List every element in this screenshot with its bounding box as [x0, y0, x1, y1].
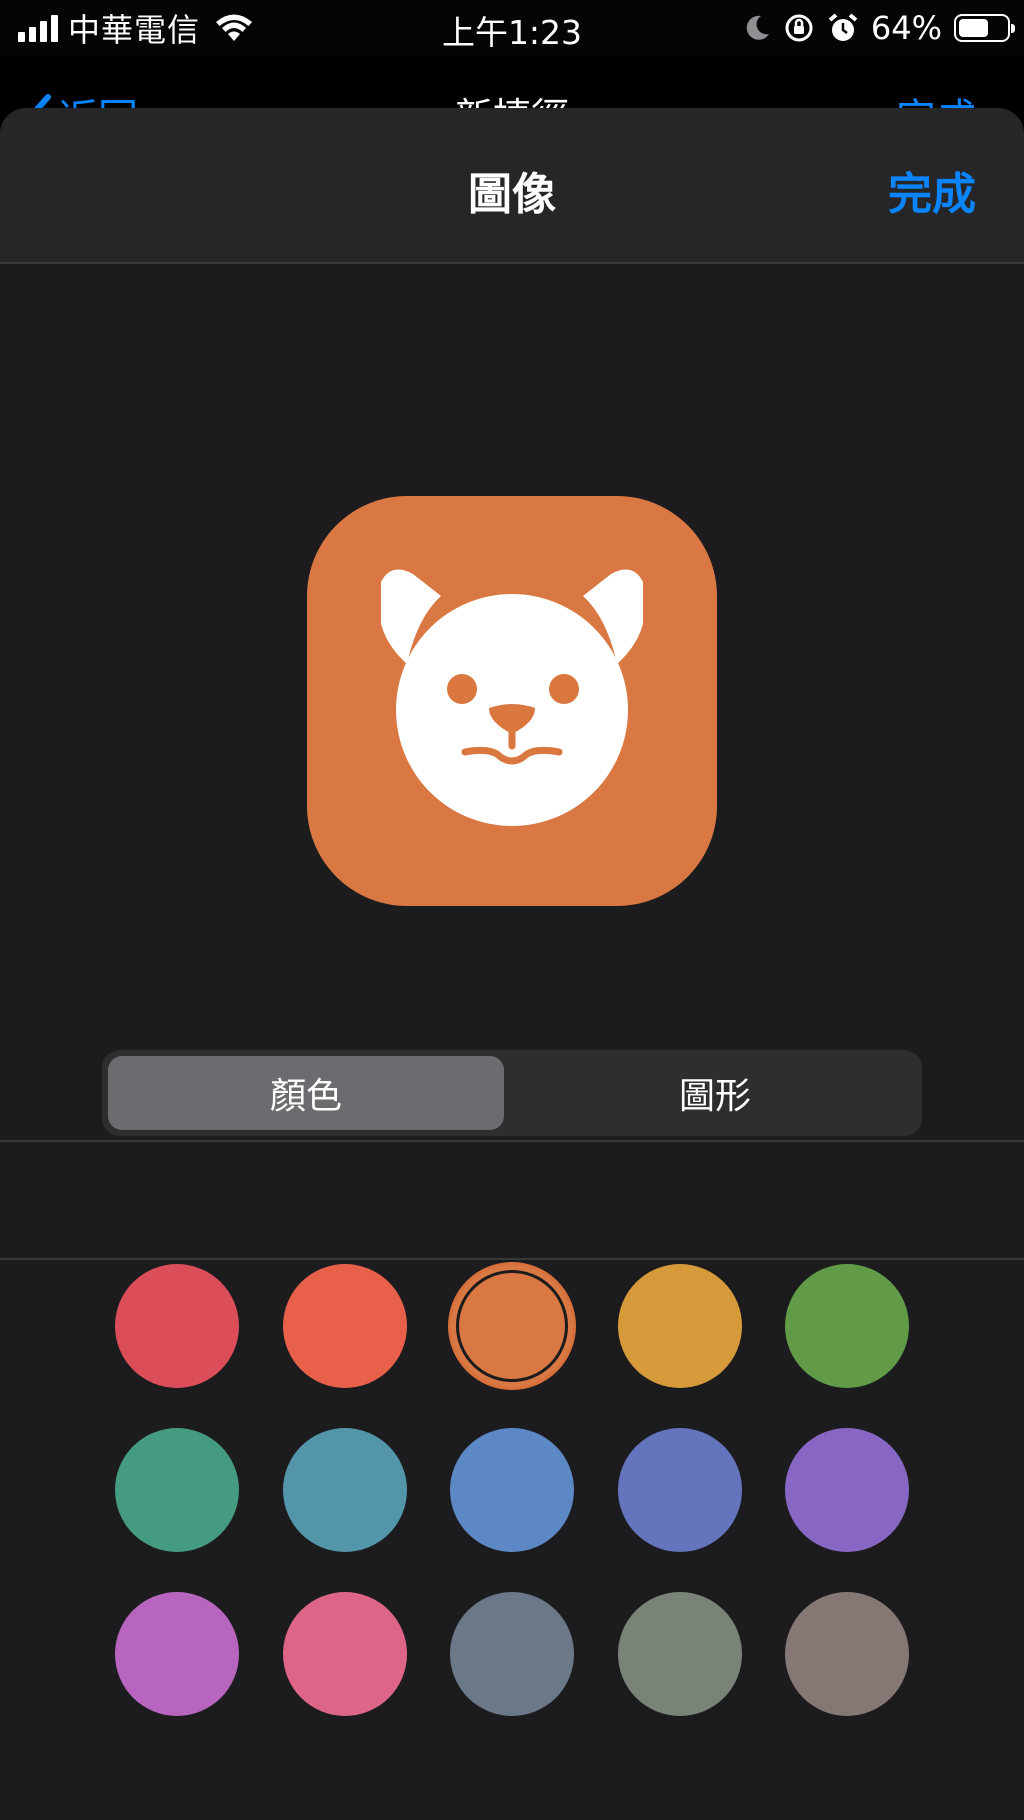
- battery-percent: 64%: [870, 9, 942, 47]
- color-swatch[interactable]: [115, 1428, 239, 1552]
- dog-face-icon: [381, 569, 643, 826]
- battery-icon: [954, 14, 1015, 42]
- segmented-control: 顏色 圖形: [102, 1050, 922, 1136]
- moon-icon: [746, 15, 769, 40]
- color-swatch[interactable]: [450, 1428, 574, 1552]
- background-nav-bar: 返回 新捷徑 完成: [0, 56, 1024, 116]
- color-swatch[interactable]: [617, 1428, 742, 1552]
- color-swatch[interactable]: [785, 1592, 909, 1716]
- color-swatch[interactable]: [617, 1592, 742, 1716]
- icon-sheet: 圖像 完成 顏色 圖形: [0, 108, 1024, 1820]
- color-swatch[interactable]: [617, 1264, 742, 1388]
- color-swatch[interactable]: [115, 1264, 239, 1388]
- color-swatch[interactable]: [450, 1592, 574, 1716]
- sheet-header: 圖像 完成: [0, 108, 1024, 264]
- tab-glyph[interactable]: 圖形: [514, 1056, 916, 1130]
- color-swatch[interactable]: [115, 1592, 239, 1716]
- alarm-icon: [828, 13, 858, 41]
- divider-top: [0, 1140, 1024, 1142]
- color-swatch[interactable]: [282, 1592, 407, 1716]
- rotation-lock-icon: [785, 14, 813, 42]
- color-swatch[interactable]: [282, 1264, 407, 1388]
- tab-color[interactable]: 顏色: [108, 1056, 504, 1130]
- color-swatch[interactable]: [448, 1262, 576, 1390]
- icon-preview: [307, 496, 717, 906]
- done-button[interactable]: 完成: [888, 158, 976, 222]
- divider-bottom: [0, 1258, 1024, 1260]
- status-bar: 中華電信 上午1:23 64%: [0, 0, 1024, 56]
- color-swatch[interactable]: [785, 1264, 909, 1388]
- status-bar-right: 64%: [743, 8, 1015, 48]
- battery-fill: [959, 19, 988, 37]
- color-swatch[interactable]: [785, 1428, 909, 1552]
- sheet-title: 圖像: [468, 169, 556, 220]
- color-swatch[interactable]: [282, 1428, 407, 1552]
